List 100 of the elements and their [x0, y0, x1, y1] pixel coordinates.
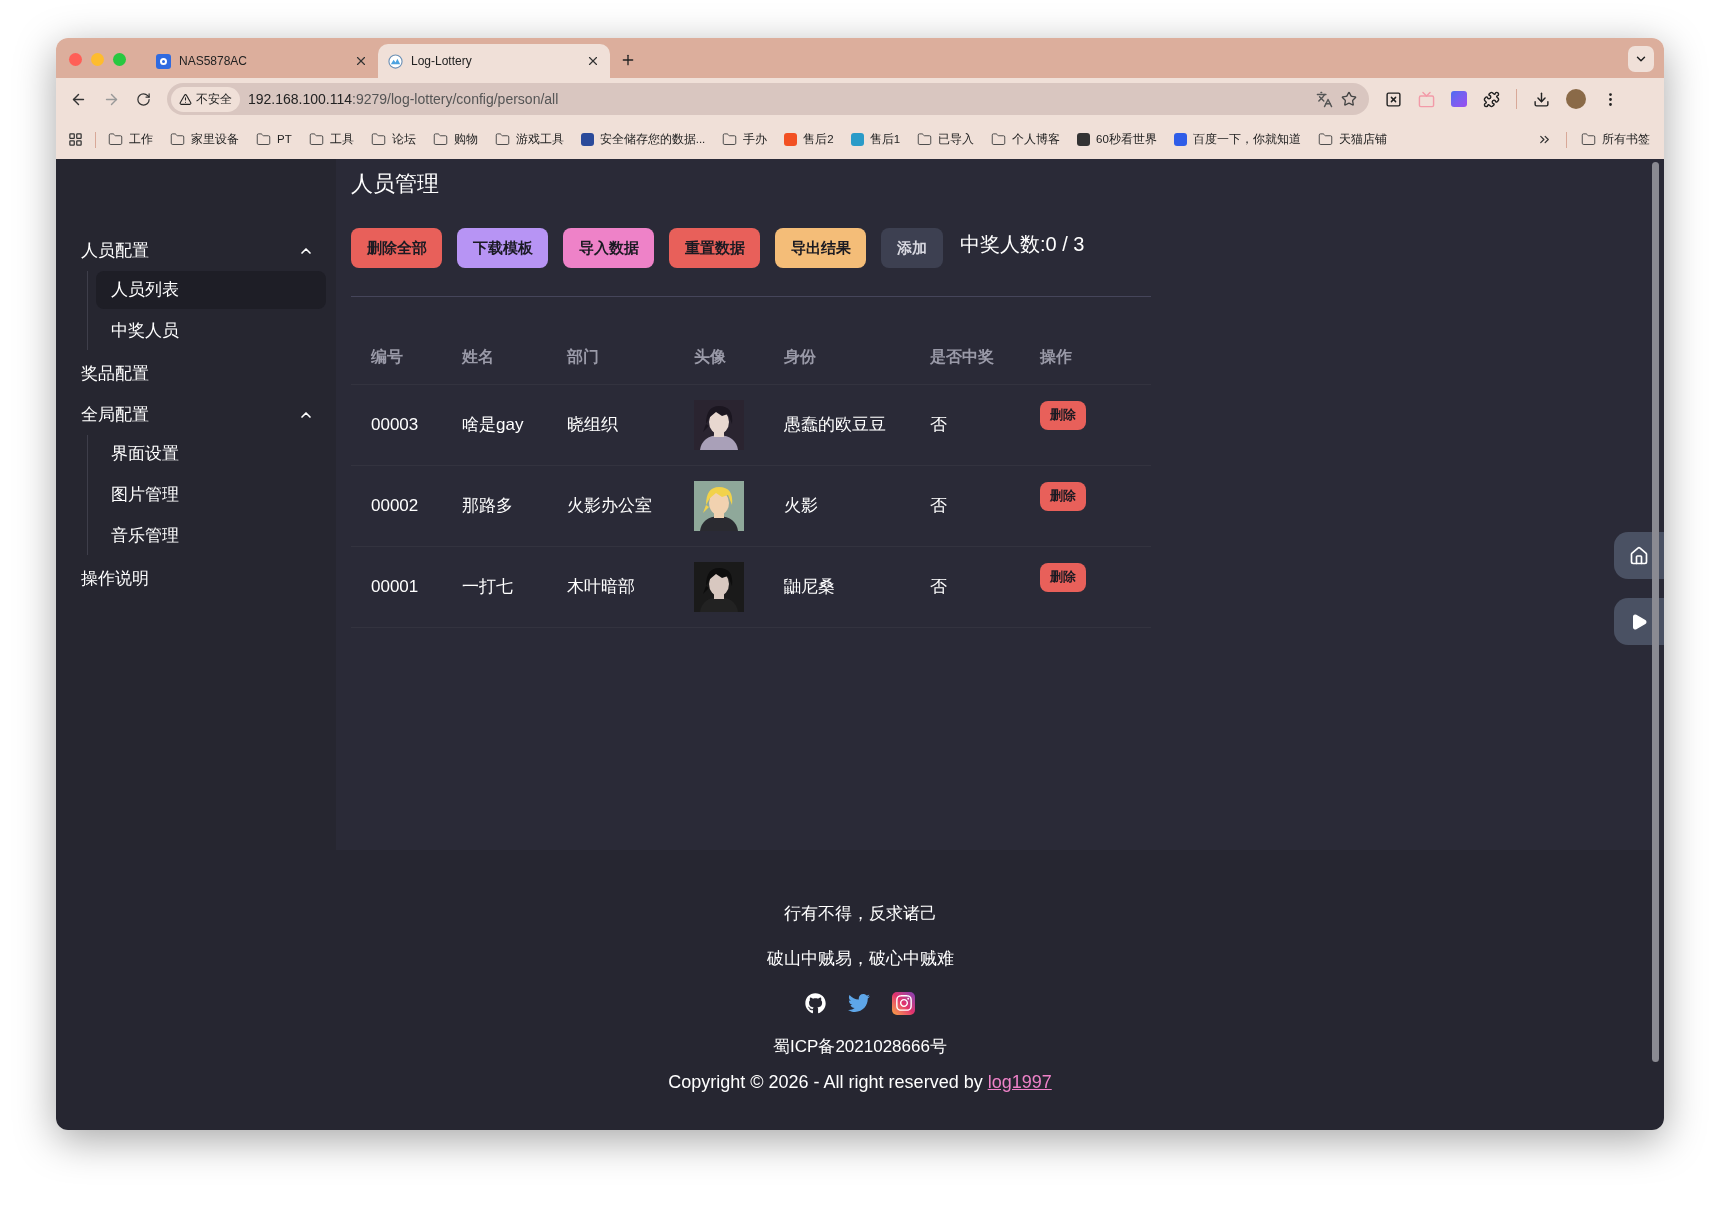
- close-icon[interactable]: [586, 54, 600, 68]
- tab-list-button[interactable]: [1628, 46, 1654, 72]
- bookmark[interactable]: 工作: [108, 130, 153, 149]
- bookmark[interactable]: 安全储存您的数据...: [580, 130, 706, 149]
- column-header: 部门: [567, 347, 600, 367]
- column-header: 姓名: [462, 347, 495, 367]
- submenu-item[interactable]: 界面设置: [96, 435, 326, 473]
- camera-icon[interactable]: [892, 991, 915, 1015]
- bookmark[interactable]: 百度一下，你就知道: [1173, 130, 1301, 149]
- submenu-item[interactable]: 图片管理: [96, 476, 326, 514]
- delete-button[interactable]: 删除: [1040, 400, 1086, 430]
- table-cell-text: 否: [930, 576, 948, 599]
- square-x-icon[interactable]: [1385, 90, 1402, 108]
- table-cell-text: 00002: [370, 495, 420, 518]
- submenu-item[interactable]: 音乐管理: [96, 517, 326, 555]
- globe-icon: [388, 53, 403, 69]
- bookmark[interactable]: 游戏工具: [494, 130, 564, 149]
- bookmark[interactable]: 已导入: [917, 130, 975, 149]
- bookmark[interactable]: 工具: [308, 130, 354, 149]
- folder-icon: [432, 132, 448, 147]
- icp-text: 蜀ICP备2021028666号: [773, 1036, 947, 1058]
- table-cell-text: 那路多: [462, 495, 514, 518]
- new-tab-icon[interactable]: [620, 52, 636, 68]
- warning-icon: [179, 92, 192, 106]
- table-cell-text: 火影: [784, 495, 819, 518]
- tab-title: Log-Lottery: [411, 53, 473, 70]
- folder-icon: [108, 132, 123, 147]
- menu-item[interactable]: 人员配置: [56, 230, 336, 271]
- table-cell-text: 啥是gay: [462, 414, 525, 437]
- table-cell-text: 00003: [370, 414, 420, 437]
- bookmark[interactable]: 60秒看世界: [1077, 130, 1157, 149]
- table-cell-text: 否: [930, 495, 948, 518]
- delete-button[interactable]: 删除: [1040, 481, 1086, 511]
- folder-icon: [494, 132, 510, 147]
- reload-icon[interactable]: [136, 91, 151, 107]
- table-cell-text: 否: [930, 414, 948, 437]
- bookmark[interactable]: 家里设备: [170, 130, 239, 149]
- browser-tab[interactable]: NAS5878AC: [146, 44, 378, 78]
- bookmark[interactable]: 售后1: [850, 130, 901, 149]
- folder-icon: [917, 132, 933, 147]
- submenu-item[interactable]: 中奖人员: [96, 312, 326, 350]
- folder-icon: [370, 132, 386, 147]
- column-header: 身份: [784, 347, 817, 367]
- action-button[interactable]: 添加: [881, 228, 943, 268]
- motto-text: 行有不得，反求诸己: [783, 903, 937, 925]
- table-cell-text: 火影办公室: [567, 495, 653, 518]
- bookmark[interactable]: 天猫店铺: [1317, 130, 1387, 149]
- motto-text: 破山中贼易，破心中贼难: [766, 948, 954, 970]
- address-field[interactable]: 不安全 192.168.100.114:9279/log-lottery/config/person/all: [167, 83, 1369, 115]
- download-icon[interactable]: [1533, 90, 1550, 108]
- bookmark[interactable]: 所有书签: [1581, 130, 1650, 149]
- bookmark[interactable]: 论坛: [370, 130, 416, 149]
- table-cell-text: 00001: [370, 576, 420, 599]
- action-button[interactable]: 导入数据: [563, 228, 654, 268]
- menu-item[interactable]: 奖品配置: [56, 353, 336, 394]
- puzzle-icon[interactable]: [1483, 90, 1500, 108]
- folder-icon: [722, 132, 738, 147]
- translate-icon[interactable]: [1316, 90, 1333, 108]
- folder-icon: [170, 132, 185, 147]
- folder-icon: [256, 132, 271, 147]
- star-icon[interactable]: [1341, 91, 1357, 107]
- table-cell-text: 鼬尼桑: [784, 576, 836, 599]
- menu-item[interactable]: 全局配置: [56, 394, 336, 435]
- column-header: 编号: [370, 347, 404, 367]
- author-link[interactable]: log1997: [987, 1072, 1052, 1092]
- submenu-item[interactable]: 人员列表: [96, 271, 326, 309]
- url-text: 192.168.100.114:9279/log-lottery/config/person/all: [248, 89, 560, 109]
- table-cell-text: 一打七: [462, 576, 514, 599]
- bookmark[interactable]: PT: [256, 130, 292, 149]
- apps-icon[interactable]: [68, 132, 83, 147]
- security-chip[interactable]: 不安全: [171, 86, 240, 112]
- close-icon[interactable]: [354, 54, 368, 68]
- app-icon: [156, 53, 171, 69]
- table-cell-text: 愚蠢的欧豆豆: [784, 414, 887, 437]
- action-button[interactable]: 重置数据: [669, 228, 760, 268]
- copyright-text: Copyright © 2026 - All right reserved by log1997: [668, 1071, 1052, 1094]
- table-cell-text: 晓组织: [567, 414, 619, 437]
- home-icon: [1629, 545, 1649, 566]
- delete-button[interactable]: 删除: [1040, 562, 1086, 592]
- folder-icon: [1317, 132, 1333, 147]
- bookmark[interactable]: 个人博客: [991, 130, 1061, 149]
- action-button[interactable]: 导出结果: [775, 228, 866, 268]
- bookmark[interactable]: 手办: [722, 130, 768, 149]
- action-button[interactable]: 下载模板: [457, 228, 548, 268]
- action-button[interactable]: 删除全部: [351, 228, 442, 268]
- browser-tab[interactable]: Log-Lottery: [378, 44, 610, 78]
- bookmark[interactable]: 购物: [432, 130, 478, 149]
- menu-item[interactable]: 操作说明: [56, 558, 336, 599]
- column-header: 是否中奖: [930, 347, 995, 367]
- table-cell-text: 木叶暗部: [567, 576, 636, 599]
- bookmark[interactable]: 售后2: [784, 130, 834, 149]
- winner-count: 中奖人数:0 / 3: [960, 232, 1085, 257]
- profile-avatar[interactable]: [1566, 89, 1586, 109]
- play-icon: [1630, 612, 1648, 631]
- column-header: 头像: [694, 347, 727, 367]
- folder-icon: [991, 132, 1007, 147]
- scrollbar-thumb[interactable]: [1652, 162, 1659, 1062]
- github-icon[interactable]: [805, 992, 826, 1014]
- bird-icon[interactable]: [848, 992, 870, 1014]
- folder-icon: [308, 132, 324, 147]
